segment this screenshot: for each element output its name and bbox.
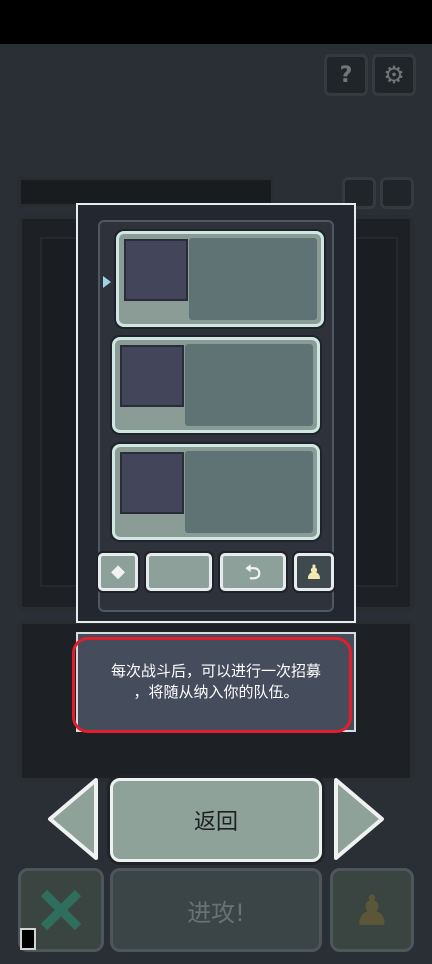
card-info bbox=[185, 344, 313, 426]
unit-button[interactable]: ♟ bbox=[330, 868, 414, 952]
reroll-button[interactable]: ⮌ bbox=[220, 553, 286, 591]
bg-unit-button[interactable] bbox=[380, 177, 414, 209]
card-info bbox=[185, 451, 313, 533]
pawn-icon: ♟ bbox=[305, 560, 323, 584]
attack-button[interactable]: 进攻! bbox=[110, 868, 322, 952]
highlight-ring bbox=[72, 637, 352, 733]
pawn-icon: ♟ bbox=[353, 885, 391, 935]
help-icon: ? bbox=[339, 62, 353, 88]
card-info bbox=[189, 238, 317, 320]
attack-label: 进攻! bbox=[187, 898, 245, 927]
x-icon bbox=[40, 889, 82, 931]
status-bar bbox=[0, 0, 432, 44]
gem-icon: ◆ bbox=[111, 561, 125, 582]
gear-icon: ⚙ bbox=[383, 61, 405, 89]
reroll-icon: ⮌ bbox=[244, 560, 262, 584]
unit-filter-button[interactable]: ♟ bbox=[294, 553, 334, 591]
right-arrow-icon bbox=[334, 778, 384, 860]
gem-button[interactable]: ◆ bbox=[98, 553, 138, 591]
settings-button[interactable]: ⚙ bbox=[372, 54, 416, 96]
prev-arrow-button[interactable] bbox=[44, 776, 102, 862]
recruit-card[interactable] bbox=[112, 444, 320, 540]
card-portrait bbox=[120, 345, 184, 407]
card-portrait bbox=[124, 239, 188, 301]
next-arrow-button[interactable] bbox=[330, 776, 388, 862]
back-button[interactable]: 返回 bbox=[110, 778, 322, 862]
selection-marker bbox=[103, 276, 111, 288]
left-arrow-icon bbox=[48, 778, 98, 860]
back-label: 返回 bbox=[193, 810, 238, 835]
recruit-card[interactable] bbox=[116, 231, 324, 327]
recruit-card[interactable] bbox=[112, 337, 320, 433]
blank-button[interactable] bbox=[146, 553, 212, 591]
corner-indicator bbox=[20, 928, 36, 950]
card-portrait bbox=[120, 452, 184, 514]
help-button[interactable]: ? bbox=[324, 54, 368, 96]
